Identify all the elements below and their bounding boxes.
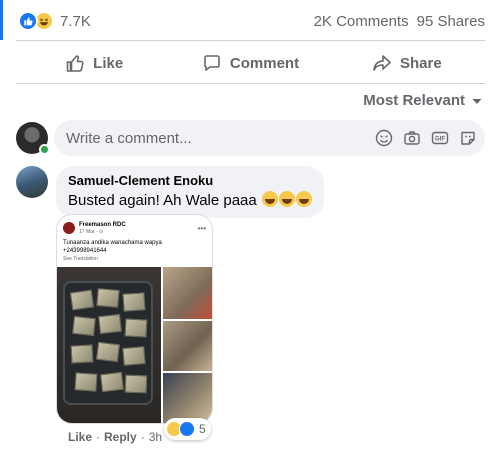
comment-meta: Like · Reply · 3h — [68, 430, 162, 444]
svg-text:GIF: GIF — [435, 137, 445, 143]
divider — [16, 83, 485, 84]
comment-bubble: Samuel-Clement Enoku Busted again! Ah Wa… — [56, 166, 324, 218]
reaction-icons[interactable] — [18, 11, 54, 31]
cash-bundle — [74, 372, 98, 392]
comment-input[interactable] — [66, 129, 375, 147]
comment-reaction-count: 5 — [199, 422, 206, 436]
comment-composer: GIF — [16, 120, 485, 156]
like-label: Like — [93, 54, 124, 72]
like-button[interactable]: Like — [16, 45, 172, 81]
share-icon — [373, 55, 391, 71]
cash-bundle — [122, 292, 146, 312]
composer-tools: GIF — [375, 129, 477, 147]
embedded-post-phone: +243998941644 — [63, 248, 107, 254]
sticker-icon[interactable] — [459, 129, 477, 147]
comments-count-link[interactable]: 2K Comments — [314, 13, 409, 30]
commenter-avatar[interactable] — [16, 166, 48, 198]
cash-photo-middle — [163, 321, 212, 371]
online-status-dot — [39, 144, 50, 155]
share-label: Share — [399, 54, 442, 72]
comment-text: Busted again! Ah Wale paaa — [68, 191, 312, 209]
cash-bundle — [96, 288, 120, 308]
cash-bundle — [122, 346, 146, 366]
embedded-post-header: Freemason RDC 17 Mar · ⊙ ••• — [63, 219, 206, 237]
comment-input-box[interactable]: GIF — [54, 120, 485, 156]
embedded-page-avatar — [63, 222, 75, 234]
comment-text-body: Busted again! Ah Wale paaa — [68, 192, 257, 209]
meta-separator: · — [96, 430, 101, 444]
shares-count-link[interactable]: 95 Shares — [417, 13, 485, 30]
embedded-page-name: Freemason RDC — [79, 221, 126, 228]
cash-photo-top — [163, 267, 212, 319]
cash-bundle — [99, 371, 125, 393]
see-translation-link: See Translation — [63, 256, 98, 262]
divider — [16, 40, 485, 41]
comment-reactions[interactable]: 5 — [164, 418, 211, 440]
cash-bundle — [98, 313, 122, 335]
gif-icon[interactable]: GIF — [431, 129, 449, 147]
share-button[interactable]: Share — [329, 45, 485, 81]
sort-label: Most Relevant — [363, 92, 465, 109]
embedded-post-time: 17 Mar · ⊙ — [79, 228, 104, 235]
like-reaction-icon — [179, 421, 195, 437]
camera-icon[interactable] — [403, 129, 421, 147]
money-bag-photo — [57, 267, 161, 423]
caret-down-icon — [472, 98, 482, 104]
comment-reply-link[interactable]: Reply — [104, 430, 137, 444]
post-actions: Like Comment Share — [16, 45, 485, 81]
comment-timestamp[interactable]: 3h — [149, 430, 162, 444]
embedded-post-body: Tunaanza andika wanachama wapya — [63, 240, 162, 246]
comment-sort-dropdown[interactable]: Most Relevant — [363, 92, 483, 109]
cash-bundle — [95, 341, 121, 363]
embedded-post-text: Tunaanza andika wanachama wapya +2439989… — [63, 239, 206, 263]
comment-author-link[interactable]: Samuel-Clement Enoku — [68, 173, 312, 188]
like-reaction-icon — [18, 11, 38, 31]
cash-bundle — [124, 318, 148, 338]
comment-label: Comment — [229, 54, 300, 72]
open-bag — [63, 281, 153, 405]
current-user-avatar[interactable] — [16, 122, 50, 155]
laughing-emoji-icon — [295, 191, 312, 207]
left-accent-bar — [0, 0, 3, 40]
cash-bundle — [69, 289, 95, 311]
comment-button[interactable]: Comment — [172, 45, 328, 81]
laughing-emoji-icon — [261, 191, 278, 207]
comment-attachment-image[interactable]: Freemason RDC 17 Mar · ⊙ ••• Tunaanza an… — [56, 214, 213, 424]
meta-separator: · — [140, 430, 145, 444]
reaction-summary: 7.7K 2K Comments 95 Shares — [18, 8, 485, 34]
more-options-icon: ••• — [197, 223, 206, 233]
comment-icon — [204, 55, 220, 71]
cash-photo-bottom — [163, 373, 212, 423]
comment-like-link[interactable]: Like — [68, 430, 92, 444]
reaction-count[interactable]: 7.7K — [60, 13, 91, 30]
cash-bundle — [124, 374, 148, 394]
cash-bundle — [70, 344, 94, 364]
cash-bundle — [72, 315, 96, 337]
laughing-emoji-icon — [278, 191, 295, 207]
emoji-icon[interactable] — [375, 129, 393, 147]
thumbs-up-icon — [66, 55, 84, 72]
